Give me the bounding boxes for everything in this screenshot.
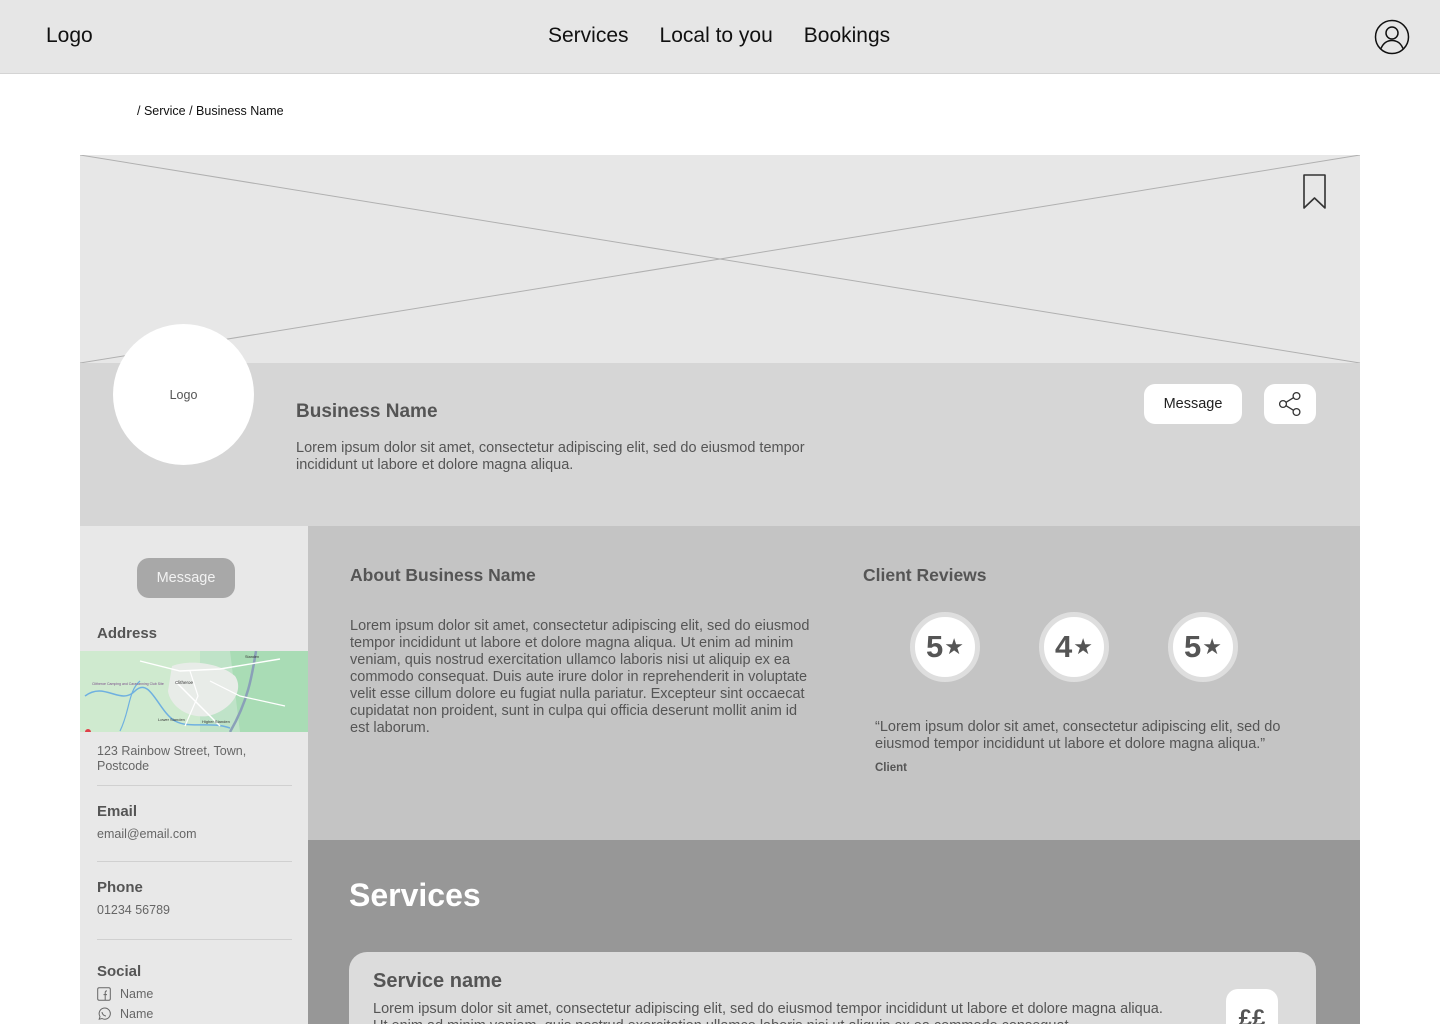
review-rating[interactable]: 5 ★ xyxy=(910,612,980,682)
location-map[interactable]: Clitheroe Lower Standen Higher Standen C… xyxy=(80,651,308,732)
social-label: Social xyxy=(97,963,142,980)
image-placeholder-cross xyxy=(80,155,1360,363)
services-section: Services Service name Lorem ipsum dolor … xyxy=(308,840,1360,1024)
social-link-facebook[interactable]: Name xyxy=(97,987,153,1001)
service-name: Service name xyxy=(373,970,502,992)
map-label-campsite: Clitheroe Camping and Caravanning Club S… xyxy=(92,682,164,686)
whatsapp-icon xyxy=(98,1007,111,1020)
review-author: Client xyxy=(875,762,907,774)
facebook-icon xyxy=(97,987,111,1001)
message-button[interactable]: Message xyxy=(1144,384,1242,424)
business-description: Lorem ipsum dolor sit amet, consectetur … xyxy=(296,440,805,473)
divider xyxy=(97,939,292,940)
about-text: Lorem ipsum dolor sit amet, consectetur … xyxy=(350,618,810,736)
bookmark-icon[interactable] xyxy=(1302,173,1328,211)
share-icon xyxy=(1278,391,1301,417)
reviews-title: Client Reviews xyxy=(863,565,987,585)
services-title: Services xyxy=(349,877,481,913)
nav-bookings[interactable]: Bookings xyxy=(804,24,890,48)
nav-services[interactable]: Services xyxy=(548,24,629,48)
business-name: Business Name xyxy=(296,401,438,422)
map-label-north: Standen xyxy=(245,655,259,659)
contact-sidebar: Message Address Clitheroe Lower Standen … xyxy=(80,526,308,1024)
price-badge: ££ xyxy=(1226,989,1278,1024)
phone-label: Phone xyxy=(97,879,143,896)
nav-local-to-you[interactable]: Local to you xyxy=(660,24,773,48)
hero-image-placeholder xyxy=(80,155,1360,363)
map-label-higher: Higher Standen xyxy=(202,719,230,724)
social-link-whatsapp[interactable]: Name xyxy=(97,1007,153,1021)
divider xyxy=(97,861,292,862)
business-logo: Logo xyxy=(113,324,254,465)
share-button[interactable] xyxy=(1264,384,1316,424)
divider xyxy=(97,785,292,786)
map-label-town: Clitheroe xyxy=(175,680,194,685)
rating-value: 4 xyxy=(1055,629,1073,664)
social-name: Name xyxy=(120,1007,154,1021)
address-value: 123 Rainbow Street, Town, Postcode xyxy=(97,744,247,773)
social-name: Name xyxy=(120,987,154,1001)
phone-value[interactable]: 01234 56789 xyxy=(97,903,170,918)
review-quote: “Lorem ipsum dolor sit amet, consectetur… xyxy=(875,719,1281,752)
rating-value: 5 xyxy=(1184,629,1202,664)
business-logo-text: Logo xyxy=(169,387,198,402)
breadcrumb[interactable]: / Service / Business Name xyxy=(137,104,284,118)
sidebar-message-button[interactable]: Message xyxy=(137,558,235,598)
review-rating[interactable]: 5 ★ xyxy=(1168,612,1238,682)
star-icon: ★ xyxy=(944,634,964,659)
email-label: Email xyxy=(97,803,138,820)
business-profile-header: Business Name Lorem ipsum dolor sit amet… xyxy=(80,363,1360,526)
user-circle-icon[interactable] xyxy=(1374,19,1410,55)
about-title: About Business Name xyxy=(350,565,536,585)
service-description: Lorem ipsum dolor sit amet, consectetur … xyxy=(373,1001,1163,1024)
site-logo[interactable]: Logo xyxy=(46,24,93,48)
rating-value: 5 xyxy=(926,629,944,664)
review-rating[interactable]: 4 ★ xyxy=(1039,612,1109,682)
star-icon: ★ xyxy=(1073,634,1093,659)
main-nav: Services Local to you Bookings xyxy=(548,24,890,48)
top-navigation-bar: Logo Services Local to you Bookings xyxy=(0,0,1440,74)
star-icon: ★ xyxy=(1202,634,1222,659)
map-label-lower: Lower Standen xyxy=(158,717,185,722)
service-card[interactable]: Service name Lorem ipsum dolor sit amet,… xyxy=(349,952,1316,1024)
email-value[interactable]: email@email.com xyxy=(97,827,197,842)
address-label: Address xyxy=(97,625,158,642)
about-and-reviews: About Business Name Lorem ipsum dolor si… xyxy=(308,526,1360,840)
